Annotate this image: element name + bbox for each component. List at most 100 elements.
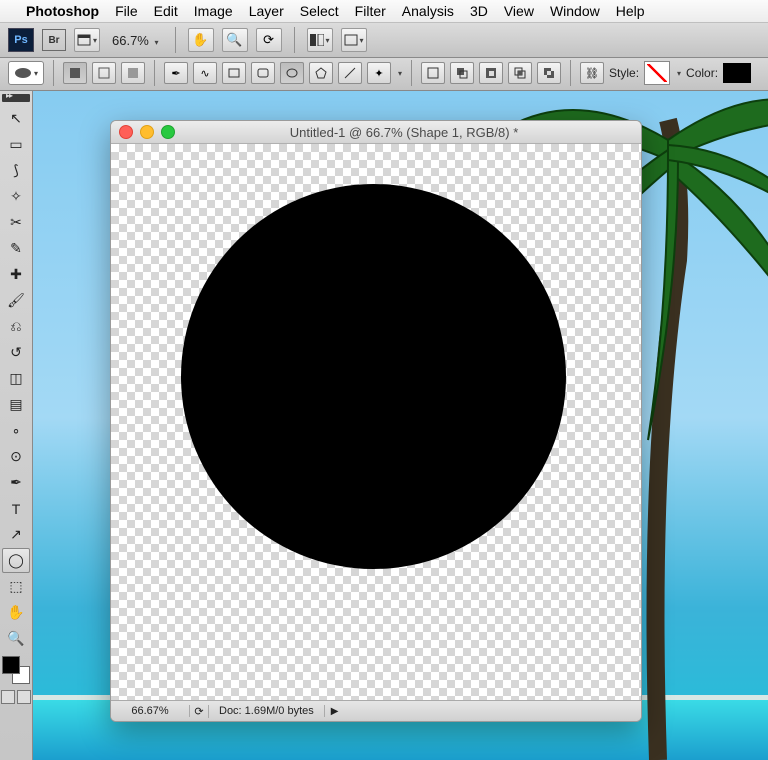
menu-select[interactable]: Select [300,3,339,19]
blur-tool[interactable]: ∘ [2,418,30,443]
status-menu-arrow[interactable]: ▶ [325,706,345,717]
path-intersect-button[interactable] [508,62,532,84]
fill-color-swatch[interactable] [723,63,751,83]
ps-home-icon[interactable]: Ps [8,28,34,52]
brush-tool[interactable]: 🖌 [2,288,30,313]
toolbar-divider [175,27,176,53]
3d-tool[interactable]: ⬚ [2,574,30,599]
type-tool[interactable]: T [2,496,30,521]
move-tool[interactable]: ↖ [2,106,30,131]
screen-mode-icon [77,34,91,46]
eraser-tool[interactable]: ◫ [2,366,30,391]
dodge-tool[interactable]: ⊙ [2,444,30,469]
window-titlebar[interactable]: Untitled-1 @ 66.7% (Shape 1, RGB/8) * [111,121,641,144]
marquee-tool[interactable]: ▭ [2,132,30,157]
chevron-down-icon: ▾ [360,36,364,45]
quick-mask-button[interactable] [17,690,31,704]
menu-analysis[interactable]: Analysis [402,3,454,19]
zoom-tool[interactable]: 🔍 [2,626,30,651]
menu-layer[interactable]: Layer [249,3,284,19]
options-divider [570,60,571,86]
exclude-path-icon [543,67,555,79]
pen-shape-button[interactable]: ✒ [164,62,188,84]
menu-image[interactable]: Image [194,3,233,19]
fill-pixels-icon [127,67,139,79]
line-shape-button[interactable] [338,62,362,84]
layout-icon [344,34,358,46]
hand-icon: ✋ [192,32,208,48]
crop-tool[interactable]: ✂ [2,210,30,235]
standard-mode-button[interactable] [1,690,15,704]
menu-3d[interactable]: 3D [470,3,488,19]
hand-tool[interactable]: ✋ [2,600,30,625]
ellipse-shape-tool[interactable]: ◯ [2,548,30,573]
screen-mode-button[interactable]: ▾ [74,28,100,52]
window-status-bar: 66.67% ⟳ Doc: 1.69M/0 bytes ▶ [111,700,641,721]
history-brush-tool[interactable]: ↺ [2,340,30,365]
tools-panel-handle[interactable] [2,94,30,102]
tool-preset-picker[interactable]: ▾ [8,61,44,85]
new-path-icon [427,67,439,79]
rectangle-shape-button[interactable] [222,62,246,84]
path-select-tool[interactable]: ↗ [2,522,30,547]
quick-mask-buttons [1,690,31,704]
menu-filter[interactable]: Filter [355,3,386,19]
zoom-window-button[interactable] [161,125,175,139]
hand-tool-button[interactable]: ✋ [188,28,214,52]
add-path-icon [456,67,468,79]
polygon-shape-button[interactable] [309,62,333,84]
menu-edit[interactable]: Edit [154,3,178,19]
arrange-documents-button[interactable]: ▾ [307,28,333,52]
ellipse-icon [14,67,32,79]
magic-wand-tool[interactable]: ✧ [2,184,30,209]
path-subtract-button[interactable] [479,62,503,84]
shape-ellipse-black[interactable] [181,184,566,569]
foreground-color-swatch[interactable] [2,656,20,674]
rectangle-icon [228,67,240,79]
freeform-pen-button[interactable]: ∿ [193,62,217,84]
link-layers-button[interactable]: ⛓ [580,62,604,84]
bridge-button[interactable]: Br [42,29,66,51]
chevron-down-icon: ▾ [34,69,38,78]
paths-button[interactable] [92,62,116,84]
path-new-button[interactable] [421,62,445,84]
gradient-tool[interactable]: ▤ [2,392,30,417]
shape-options-dropdown[interactable]: ▾ [398,69,402,78]
status-refresh-icon[interactable]: ⟳ [190,705,209,718]
zoom-level-display[interactable]: 66.7% ▾ [108,33,163,48]
fill-pixels-button[interactable] [121,62,145,84]
screen-layout-button[interactable]: ▾ [341,28,367,52]
ellipse-shape-button[interactable] [280,62,304,84]
menu-file[interactable]: File [115,3,138,19]
chevron-down-icon: ▾ [155,38,159,47]
custom-shape-button[interactable]: ✦ [367,62,391,84]
canvas[interactable] [111,144,641,700]
style-picker[interactable] [644,61,670,85]
status-doc-size[interactable]: Doc: 1.69M/0 bytes [209,705,325,717]
close-window-button[interactable] [119,125,133,139]
eyedropper-tool[interactable]: ✎ [2,236,30,261]
pen-tool[interactable]: ✒ [2,470,30,495]
shape-layers-button[interactable] [63,62,87,84]
lasso-tool[interactable]: ⟆ [2,158,30,183]
app-menu[interactable]: Photoshop [26,3,99,19]
freeform-pen-icon: ∿ [200,67,209,80]
menu-help[interactable]: Help [616,3,645,19]
foreground-background-colors[interactable] [2,656,30,684]
zoom-tool-button[interactable]: 🔍 [222,28,248,52]
color-label: Color: [686,66,718,80]
clone-stamp-tool[interactable]: ⎌ [2,314,30,339]
chevron-down-icon: ▾ [326,36,330,45]
rounded-rect-shape-button[interactable] [251,62,275,84]
status-zoom[interactable]: 66.67% [111,705,190,717]
menu-view[interactable]: View [504,3,534,19]
subtract-path-icon [485,67,497,79]
rotate-view-button[interactable]: ⟳ [256,28,282,52]
chevron-down-icon[interactable]: ▾ [677,69,681,78]
path-add-button[interactable] [450,62,474,84]
path-exclude-button[interactable] [537,62,561,84]
minimize-window-button[interactable] [140,125,154,139]
healing-brush-tool[interactable]: ✚ [2,262,30,287]
shape-layers-icon [69,67,81,79]
menu-window[interactable]: Window [550,3,600,19]
